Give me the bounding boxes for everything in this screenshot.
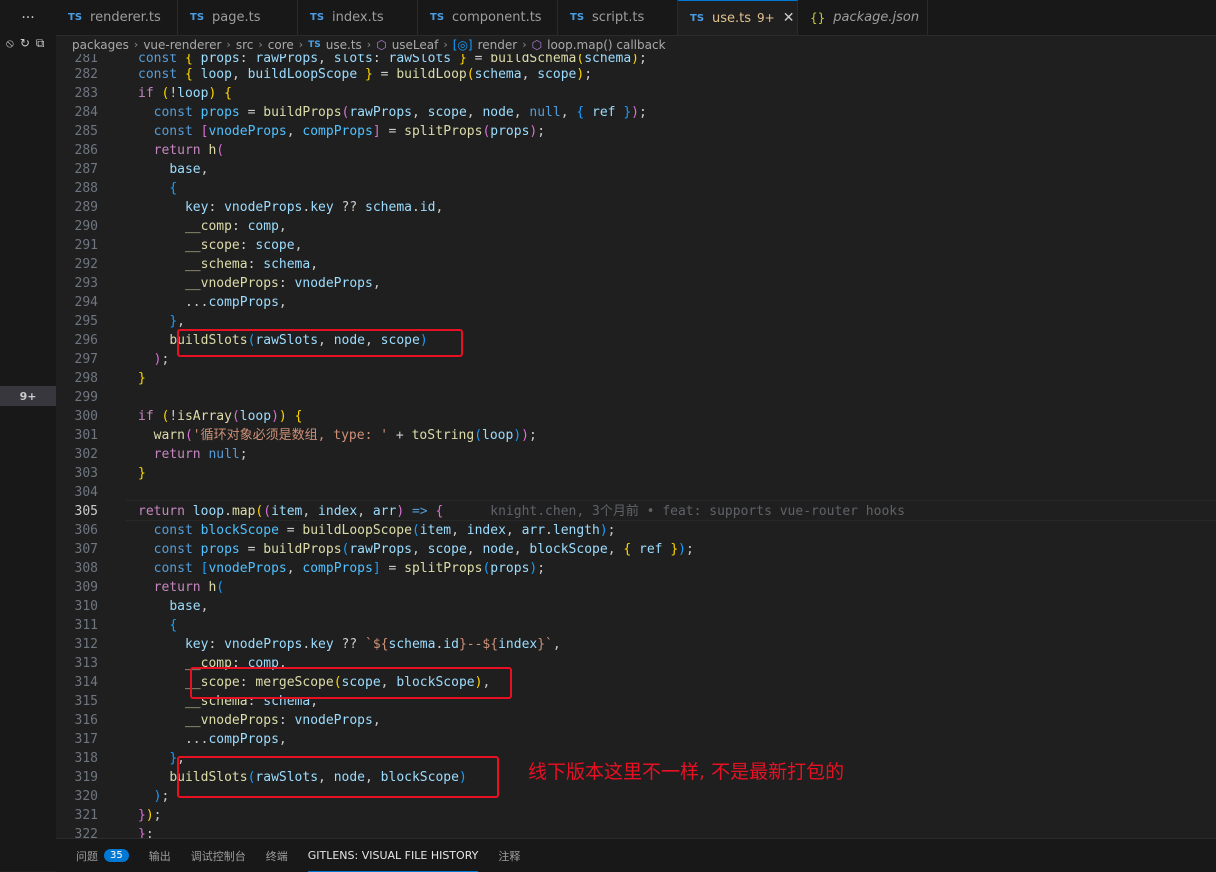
code-line: 286 return h(	[74, 143, 225, 158]
problems-badge[interactable]: 9+	[0, 386, 56, 406]
code-line: 307 const props = buildProps(rawProps, s…	[74, 542, 694, 557]
code-line: 309 return h(	[74, 580, 225, 595]
code-line: 300 if (!isArray(loop)) {	[74, 409, 303, 424]
tab-label: page.ts	[212, 10, 261, 25]
breadcrumb-symbol-callback[interactable]: loop.map() callback	[547, 38, 665, 52]
breadcrumb-src[interactable]: src	[236, 38, 254, 52]
tab-package-json[interactable]: {} package.json	[798, 0, 928, 35]
tab-page-ts[interactable]: TS page.ts	[178, 0, 298, 35]
chevron-right-icon: ›	[258, 38, 263, 51]
code-line: 322};	[74, 827, 154, 838]
code-line: 287 base,	[74, 162, 209, 177]
breadcrumb-symbol-useleaf[interactable]: useLeaf	[392, 38, 439, 52]
code-line: 285 const [vnodeProps, compProps] = spli…	[74, 124, 546, 139]
code-line: 291 __scope: scope,	[74, 238, 303, 253]
code-line: 289 key: vnodeProps.key ?? schema.id,	[74, 200, 444, 215]
typescript-icon: TS	[190, 12, 205, 23]
chevron-right-icon: ›	[443, 38, 448, 51]
code-line: 310 base,	[74, 599, 209, 614]
panel-tab-output[interactable]: 输出	[149, 839, 171, 872]
breadcrumb-symbol-render[interactable]: render	[478, 38, 518, 52]
panel-tab-problems[interactable]: 问题 35	[76, 839, 129, 872]
code-line-current: 305 return loop.map((item, index, arr) =>…	[74, 504, 905, 519]
breadcrumb-packages[interactable]: packages	[72, 38, 129, 52]
tab-label: component.ts	[452, 10, 542, 25]
annotation-box-merge-scope	[190, 667, 512, 699]
tab-script-ts[interactable]: TS script.ts	[558, 0, 678, 35]
breadcrumb-vue-renderer[interactable]: vue-renderer	[143, 38, 221, 52]
typescript-icon: TS	[308, 39, 321, 50]
code-line: 290 __comp: comp,	[74, 219, 287, 234]
code-line: 306 const blockScope = buildLoopScope(it…	[74, 523, 616, 538]
code-line: 302 return null;	[74, 447, 248, 462]
editor-tab-bar: TS renderer.ts TS page.ts TS index.ts TS…	[56, 0, 1216, 36]
field-icon: [◎]	[452, 37, 473, 52]
typescript-icon: TS	[310, 12, 325, 23]
tab-index-ts[interactable]: TS index.ts	[298, 0, 418, 35]
code-line: 308 const [vnodeProps, compProps] = spli…	[74, 561, 546, 576]
annotation-box-build-slots-blockscope	[177, 756, 499, 798]
panel-tab-terminal[interactable]: 终端	[266, 839, 288, 872]
code-line: 316 __vnodeProps: vnodeProps,	[74, 713, 381, 728]
typescript-icon: TS	[430, 12, 445, 23]
code-line: 293 __vnodeProps: vnodeProps,	[74, 276, 381, 291]
code-line: 299	[74, 390, 98, 405]
chevron-right-icon: ›	[522, 38, 527, 51]
tab-label: index.ts	[332, 10, 384, 25]
breadcrumb-file[interactable]: use.ts	[326, 38, 362, 52]
code-line: 303}	[74, 466, 146, 481]
tab-label: package.json	[833, 10, 920, 25]
annotation-box-build-slots-scope	[177, 329, 463, 357]
json-icon: {}	[810, 10, 826, 25]
code-line: 283 if (!loop) {	[74, 86, 232, 101]
chevron-right-icon: ›	[366, 38, 372, 51]
bottom-panel-tabs: 问题 35 输出 调试控制台 终端 GITLENS: VISUAL FILE H…	[56, 838, 1216, 872]
copy-icon[interactable]: ⧉	[36, 36, 45, 51]
code-line: 298}	[74, 371, 146, 386]
tab-renderer-ts[interactable]: TS renderer.ts	[56, 0, 178, 35]
tab-label: use.ts	[712, 10, 752, 26]
refresh-icon[interactable]: ↻	[20, 36, 30, 51]
activity-bar: ··· ⦸ ↻ ⧉ 9+	[0, 0, 56, 871]
code-line: 301 warn('循环对象必须是数组, type: ' + toString(…	[74, 428, 537, 443]
code-line: 282 const { loop, buildLoopScope } = buil…	[74, 67, 593, 82]
more-actions-icon[interactable]: ···	[0, 0, 56, 35]
close-icon[interactable]: ✕	[783, 10, 795, 26]
explorer-actions: ⦸ ↻ ⧉	[6, 36, 44, 51]
tab-use-ts[interactable]: TS use.ts 9+ ✕	[678, 0, 798, 35]
typescript-icon: TS	[570, 12, 585, 23]
panel-tab-debug-console[interactable]: 调试控制台	[191, 839, 246, 872]
collapse-icon[interactable]: ⦸	[6, 36, 14, 51]
problems-count-badge: 35	[104, 849, 129, 862]
panel-tab-comments[interactable]: 注释	[498, 839, 520, 872]
code-line: 311 {	[74, 618, 178, 633]
chevron-right-icon: ›	[133, 38, 139, 51]
breadcrumb-core[interactable]: core	[268, 38, 294, 52]
code-line: 321});	[74, 808, 162, 823]
typescript-icon: TS	[690, 12, 705, 24]
chevron-right-icon: ›	[226, 38, 231, 51]
code-editor[interactable]: 281 const { props: rawProps, slots: rawSl…	[56, 54, 1216, 838]
method-icon: ⬡	[376, 37, 387, 52]
code-line: 312 key: vnodeProps.key ?? `${schema.id}…	[74, 637, 561, 652]
code-line: 294 ...compProps,	[74, 295, 287, 310]
tab-component-ts[interactable]: TS component.ts	[418, 0, 558, 35]
panel-tab-gitlens-history[interactable]: GITLENS: VISUAL FILE HISTORY	[307, 839, 479, 872]
code-line: 284 const props = buildProps(rawProps, s…	[74, 105, 647, 120]
breadcrumb: packages › vue-renderer › src › core › T…	[72, 35, 666, 54]
annotation-note: 线下版本这里不一样, 不是最新打包的	[528, 761, 845, 783]
typescript-icon: TS	[68, 12, 83, 23]
method-icon: ⬡	[531, 37, 543, 52]
code-line: 304	[74, 485, 98, 500]
gitlens-blame-annotation: knight.chen, 3个月前 • feat: supports vue-r…	[490, 504, 905, 519]
code-line: 288 {	[74, 181, 178, 196]
tab-label: renderer.ts	[90, 10, 161, 25]
chevron-right-icon: ›	[298, 38, 304, 51]
code-line: 317 ...compProps,	[74, 732, 287, 747]
modified-count-badge: 9+	[757, 11, 775, 25]
tab-label: script.ts	[592, 10, 645, 25]
code-line: 292 __schema: schema,	[74, 257, 319, 272]
